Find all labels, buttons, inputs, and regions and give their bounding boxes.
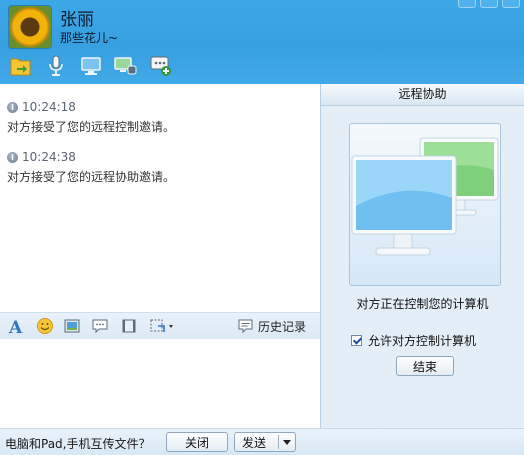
close-button[interactable]: 关闭: [166, 432, 228, 452]
computers-illustration: [349, 123, 501, 286]
send-label: 发送: [242, 435, 267, 450]
panel-title: 远程协助: [321, 84, 524, 106]
window-controls: [458, 0, 520, 8]
chat-toolbar: [8, 54, 174, 78]
allow-control-option[interactable]: 允许对方控制计算机: [351, 332, 476, 349]
send-separator: [278, 435, 279, 449]
allow-control-label: 允许对方控制计算机: [368, 334, 477, 348]
minimize-button[interactable]: [458, 0, 476, 8]
history-button[interactable]: 历史记录: [238, 318, 306, 335]
message-time: 10:24:18: [22, 100, 76, 114]
maximize-button[interactable]: [480, 0, 498, 8]
video-clip-icon[interactable]: [120, 317, 138, 335]
format-toolbar: A 历史记录: [0, 312, 320, 339]
info-icon: i: [7, 101, 18, 113]
chat-window: 张丽 那些花儿~ i 10:24:18 对方接受了您的远程控制邀请。 i 10:…: [0, 0, 524, 455]
message-item: i 10:24:18 对方接受了您的远程控制邀请。: [7, 100, 175, 135]
font-icon[interactable]: A: [7, 317, 25, 335]
screen-capture-dropdown-icon[interactable]: [149, 317, 175, 335]
message-text: 对方接受了您的远程控制邀请。: [7, 120, 176, 134]
emoji-icon[interactable]: [36, 317, 54, 335]
message-item: i 10:24:38 对方接受了您的远程协助邀请。: [7, 150, 175, 185]
chat-header: 张丽 那些花儿~: [0, 0, 524, 84]
chat-bubble-icon[interactable]: [91, 317, 109, 335]
history-label: 历史记录: [258, 320, 307, 334]
screenshot-icon[interactable]: [63, 317, 81, 335]
contact-name[interactable]: 张丽: [60, 5, 94, 30]
add-app-icon[interactable]: [148, 54, 174, 78]
voice-call-icon[interactable]: [43, 54, 69, 78]
transfer-files-link[interactable]: 电脑和Pad,手机互传文件？: [5, 435, 150, 452]
info-icon: i: [7, 151, 18, 163]
end-button[interactable]: 结束: [396, 356, 454, 376]
control-status-text: 对方正在控制您的计算机: [356, 297, 489, 311]
message-text: 对方接受了您的远程协助邀请。: [7, 170, 176, 184]
message-time: 10:24:38: [22, 150, 76, 164]
send-options-dropdown-icon[interactable]: [283, 440, 291, 445]
remote-assist-panel: 远程协助 对方正在控制您的计算机 允许对方控制计算机 结束: [320, 84, 524, 428]
message-area: i 10:24:18 对方接受了您的远程控制邀请。 i 10:24:38 对方接…: [0, 84, 320, 312]
close-window-button[interactable]: [502, 0, 520, 8]
remote-desktop-icon[interactable]: [78, 54, 104, 78]
send-button[interactable]: 发送: [234, 432, 296, 452]
allow-control-checkbox[interactable]: [351, 335, 362, 346]
bottom-bar: 电脑和Pad,手机互传文件？ 关闭 发送: [0, 428, 524, 455]
send-file-icon[interactable]: [8, 54, 34, 78]
history-icon: [238, 319, 253, 334]
video-call-icon[interactable]: [113, 54, 139, 78]
contact-signature: 那些花儿~: [60, 31, 119, 45]
message-input[interactable]: [0, 339, 320, 428]
avatar[interactable]: [8, 5, 52, 49]
svg-text:A: A: [8, 318, 23, 335]
